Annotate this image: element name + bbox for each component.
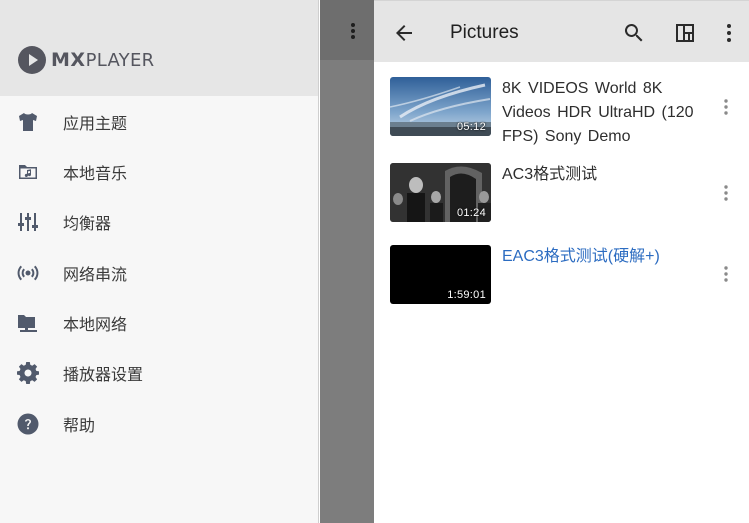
app-bar: Pictures <box>374 0 749 62</box>
page-title: Pictures <box>450 22 519 43</box>
broadcast-icon <box>15 260 41 286</box>
menu-item-equalizer[interactable]: 均衡器 <box>0 198 318 246</box>
menu-item-local-network[interactable]: 本地网络 <box>0 299 318 347</box>
back-arrow-icon[interactable] <box>392 21 416 45</box>
menu-item-help[interactable]: 帮助 <box>0 400 318 448</box>
video-title: AC3格式测试 <box>502 166 598 183</box>
menu-item-label: 应用主题 <box>63 114 128 133</box>
play-logo-icon <box>18 46 46 74</box>
menu-item-label: 均衡器 <box>63 214 112 233</box>
video-duration: 05:12 <box>456 121 486 133</box>
menu-item-player-settings[interactable]: 播放器设置 <box>0 349 318 397</box>
video-item[interactable]: 01:24 AC3格式测试 <box>390 163 735 223</box>
menu-item-local-music[interactable]: 本地音乐 <box>0 148 318 196</box>
folder-panel: Pictures 05:12 8K VIDEOS World 8K Videos… <box>374 0 749 523</box>
equalizer-icon <box>15 209 41 235</box>
menu-item-app-theme[interactable]: 应用主题 <box>0 98 318 146</box>
dimmed-scrim[interactable] <box>320 60 374 523</box>
video-thumbnail: 01:24 <box>390 163 491 222</box>
menu-item-label: 本地网络 <box>63 315 128 334</box>
menu-item-label: 播放器设置 <box>63 365 144 384</box>
search-icon[interactable] <box>622 21 646 45</box>
music-folder-icon <box>15 159 41 185</box>
more-vert-icon[interactable] <box>717 21 741 45</box>
drawer-header: MX PLAYER <box>0 0 318 96</box>
shirt-icon <box>15 109 41 135</box>
mx-player-logo: MX PLAYER <box>17 45 154 75</box>
logo-mx-text: MX <box>51 49 86 71</box>
video-item[interactable]: 05:12 8K VIDEOS World 8K Videos HDR Ultr… <box>390 77 735 145</box>
video-thumbnail: 05:12 <box>390 77 491 136</box>
logo-player-text: PLAYER <box>85 49 155 71</box>
menu-item-label: 本地音乐 <box>63 164 128 183</box>
menu-item-label: 网络串流 <box>63 265 128 284</box>
more-vert-icon[interactable] <box>716 183 736 203</box>
video-title: 8K VIDEOS World 8K Videos HDR UltraHD (1… <box>502 80 694 145</box>
video-thumbnail: 1:59:01 <box>390 245 491 304</box>
video-title: EAC3格式测试(硬解+) <box>502 248 660 265</box>
video-duration: 01:24 <box>456 207 486 219</box>
more-vert-icon[interactable] <box>716 264 736 284</box>
menu-item-label: 帮助 <box>63 416 96 435</box>
more-vert-icon[interactable] <box>716 97 736 117</box>
video-item[interactable]: 1:59:01 EAC3格式测试(硬解+) <box>390 245 735 305</box>
help-icon <box>15 411 41 437</box>
more-vert-icon[interactable] <box>344 22 362 40</box>
view-layout-icon[interactable] <box>673 21 697 45</box>
navigation-drawer: MX PLAYER 应用主题 本地音乐 均衡器 网络串流 本地网络 播放器设置 … <box>0 0 319 523</box>
menu-item-network-stream[interactable]: 网络串流 <box>0 249 318 297</box>
gear-icon <box>15 360 41 386</box>
network-folder-icon <box>15 310 41 336</box>
video-duration: 1:59:01 <box>447 289 486 301</box>
